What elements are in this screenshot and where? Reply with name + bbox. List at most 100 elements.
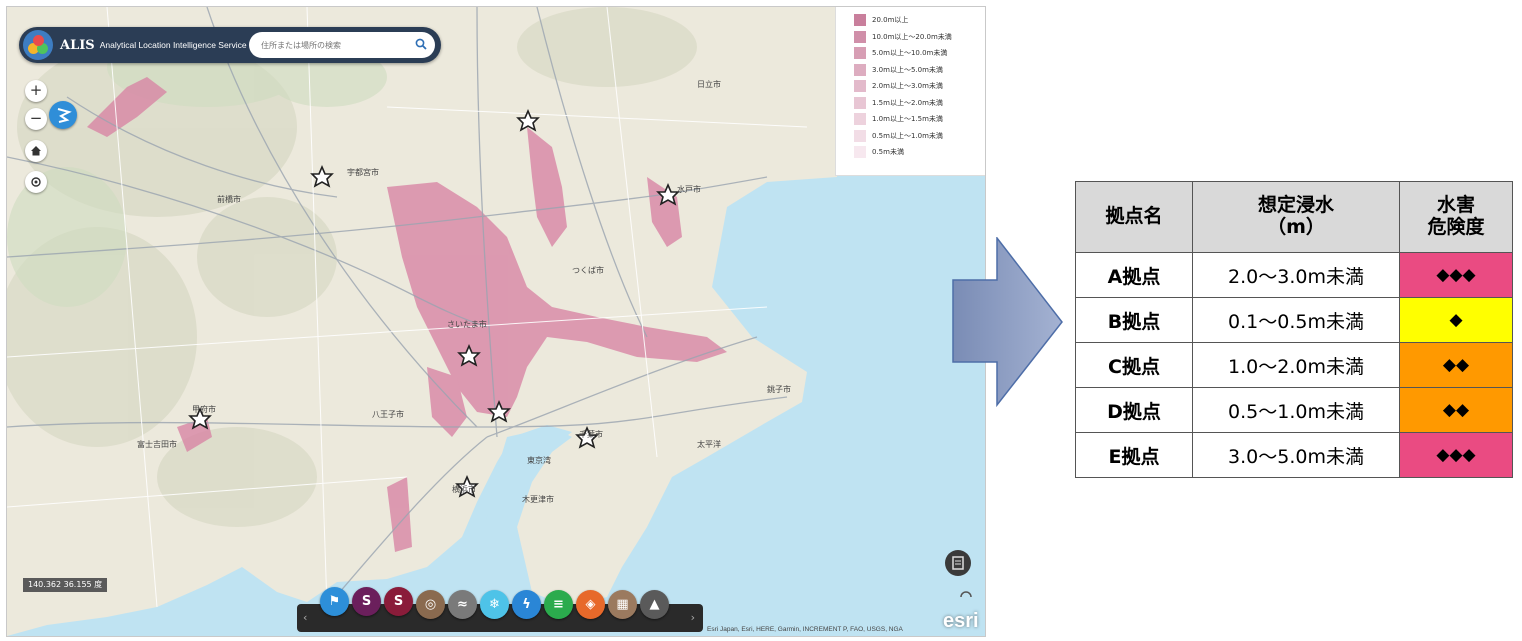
legend-swatch	[854, 30, 866, 43]
table-row: E拠点 3.0～5.0m未満 ◆◆◆	[1075, 432, 1513, 478]
esri-logo: esri	[943, 610, 979, 632]
legend-item: 1.5m以上～2.0m未満	[836, 95, 985, 112]
legend-swatch	[854, 96, 866, 109]
place-label: 富士吉田市	[137, 439, 177, 449]
legend-label: 5.0m以上～10.0m未満	[872, 49, 948, 58]
place-label: 甲府市	[192, 404, 216, 414]
place-label: 前橋市	[217, 194, 241, 204]
risk-level-cell: ◆◆	[1399, 387, 1513, 433]
place-label: 太平洋	[697, 439, 721, 449]
grid-icon[interactable]: ▦	[608, 590, 637, 619]
legend-item: 3.0m以上～5.0m未満	[836, 62, 985, 79]
search-icon[interactable]	[415, 38, 427, 50]
table-row: D拠点 0.5～1.0m未満 ◆◆	[1075, 387, 1513, 433]
legend-item: 0.5m未満	[836, 144, 985, 161]
flood-risk-table: 拠点名 想定浸水 （m） 水害 危険度 A拠点 2.0～3.0m未満 ◆◆◆ B拠点 0.1…	[1075, 181, 1513, 478]
legend-item: 0.5m以上～1.0m未満	[836, 128, 985, 145]
place-label: 八王子市	[372, 409, 404, 419]
legend-item: 20.0m以上	[836, 12, 985, 29]
flood-depth-cell: 0.5～1.0m未満	[1192, 387, 1400, 433]
locate-button[interactable]	[25, 171, 47, 193]
legend-swatch	[854, 113, 866, 126]
table-row: A拠点 2.0～3.0m未満 ◆◆◆	[1075, 252, 1513, 298]
legend-item: 1.0m以上～1.5m未満	[836, 111, 985, 128]
legend-item: 2.0m以上～3.0m未満	[836, 78, 985, 95]
site-name-cell: A拠点	[1075, 252, 1193, 298]
map-icon[interactable]: ▲	[640, 590, 669, 619]
legend-swatch	[854, 63, 866, 76]
site-name-cell: C拠点	[1075, 342, 1193, 388]
legend-label: 20.0m以上	[872, 16, 909, 25]
layers-icon[interactable]: ◈	[576, 590, 605, 619]
table-row: C拠点 1.0～2.0m未満 ◆◆	[1075, 342, 1513, 388]
flood-depth-legend: 20.0m以上 10.0m以上～20.0m未満 5.0m以上～10.0m未満 3.0m…	[835, 7, 985, 176]
place-label: 日立市	[697, 79, 721, 89]
flood-depth-cell: 3.0～5.0m未満	[1192, 432, 1400, 478]
typhoon-icon[interactable]: S	[352, 587, 381, 616]
list-icon[interactable]: ≡	[544, 590, 573, 619]
category-button[interactable]	[49, 101, 77, 129]
target-icon[interactable]: ◎	[416, 590, 445, 619]
header-expected-flood: 想定浸水 （m）	[1192, 181, 1400, 253]
toolbar-next-icon[interactable]: ›	[691, 611, 695, 624]
legend-swatch	[854, 47, 866, 60]
place-label: つくば市	[572, 265, 604, 275]
header-flood-risk-text: 水害 危険度	[1427, 194, 1485, 238]
app-subtitle: Analytical Location Intelligence Service	[99, 40, 247, 50]
place-label: 千葉市	[579, 429, 603, 439]
legend-item: 10.0m以上～20.0m未満	[836, 29, 985, 46]
toolbar-prev-icon[interactable]: ‹	[303, 611, 307, 624]
risk-level-cell: ◆◆◆	[1399, 432, 1513, 478]
home-icon	[31, 146, 41, 156]
app-name: ALIS	[60, 37, 95, 53]
app-header: ALIS Analytical Location Intelligence Se…	[19, 27, 441, 63]
map-attribution: Esri Japan, Esri, HERE, Garmin, INCREMEN…	[707, 626, 903, 633]
site-name-cell: D拠点	[1075, 387, 1193, 433]
table-row: B拠点 0.1～0.5m未満 ◆	[1075, 297, 1513, 343]
coordinate-readout: 140.362 36.155 度	[23, 578, 108, 592]
arrow-right-icon	[952, 237, 1063, 407]
flag-icon[interactable]: ⚑	[320, 587, 349, 616]
home-button[interactable]	[25, 140, 47, 162]
legend-label: 3.0m以上～5.0m未満	[872, 65, 943, 74]
zoom-out-button[interactable]: −	[25, 108, 47, 130]
locate-icon	[31, 177, 41, 187]
flag-icon	[57, 108, 72, 123]
place-label: 横浜市	[452, 484, 476, 494]
legend-swatch	[854, 80, 866, 93]
alis-logo-icon	[23, 30, 53, 60]
flood-depth-cell: 2.0～3.0m未満	[1192, 252, 1400, 298]
risk-level-cell: ◆◆	[1399, 342, 1513, 388]
header-flood-risk: 水害 危険度	[1399, 181, 1513, 253]
place-label: 銚子市	[767, 384, 791, 394]
legend-swatch	[854, 14, 866, 27]
legend-label: 0.5m未満	[872, 148, 904, 157]
search-input[interactable]	[259, 39, 413, 51]
legend-label: 1.5m以上～2.0m未満	[872, 98, 943, 107]
typhoon-alt-icon[interactable]: S	[384, 587, 413, 616]
place-label: 東京湾	[527, 455, 551, 465]
place-label: さいたま市	[447, 319, 487, 329]
site-name-cell: E拠点	[1075, 432, 1193, 478]
basemap-toggle-button[interactable]	[945, 550, 971, 576]
search-box[interactable]	[249, 32, 435, 58]
legend-swatch	[854, 146, 866, 159]
legend-label: 1.0m以上～1.5m未満	[872, 115, 943, 124]
legend-item: 5.0m以上～10.0m未満	[836, 45, 985, 62]
place-label: 水戸市	[677, 184, 701, 194]
map-view[interactable]: 水戸市 宇都宮市 つくば市 さいたま市 東京湾 千葉市 横浜市 前橋市 八王子市 甲府市 日立市 銚子…	[6, 6, 986, 637]
snow-icon[interactable]: ❄	[480, 590, 509, 619]
headphone-icon[interactable]	[959, 587, 973, 601]
lightning-icon[interactable]: ϟ	[512, 590, 541, 619]
legend-label: 10.0m以上～20.0m未満	[872, 32, 952, 41]
book-icon	[952, 556, 964, 570]
header-expected-flood-text: 想定浸水 （m）	[1257, 194, 1334, 238]
header-site-name: 拠点名	[1075, 181, 1193, 253]
place-label: 木更津市	[522, 494, 554, 504]
legend-label: 0.5m以上～1.0m未満	[872, 131, 943, 140]
wind-icon[interactable]: ≈	[448, 590, 477, 619]
flood-depth-cell: 0.1～0.5m未満	[1192, 297, 1400, 343]
zoom-in-button[interactable]: +	[25, 80, 47, 102]
table-header-row: 拠点名 想定浸水 （m） 水害 危険度	[1075, 181, 1513, 253]
site-name-cell: B拠点	[1075, 297, 1193, 343]
